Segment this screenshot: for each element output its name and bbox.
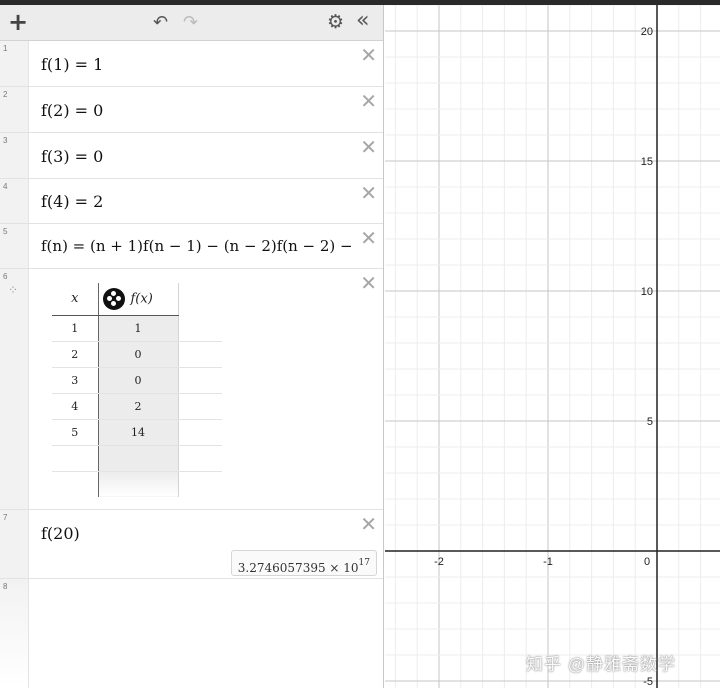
scatter-table-icon: ⁘ — [8, 283, 19, 297]
row-gutter: 3 — [0, 133, 29, 178]
row-index: 1 — [3, 44, 8, 53]
table-cell-empty — [178, 367, 222, 394]
row-gutter: 8 — [0, 579, 29, 688]
redo-icon[interactable]: ↷ — [183, 14, 198, 32]
table-empty-row — [52, 471, 222, 497]
table-cell[interactable]: 2 — [98, 393, 179, 420]
expression-input[interactable]: f(4) = 2 — [41, 192, 103, 211]
table-header-x[interactable]: x — [52, 283, 99, 316]
y-tick-label: 20 — [641, 26, 653, 38]
table-cell[interactable]: 14 — [98, 419, 179, 446]
table-cell[interactable] — [98, 471, 179, 497]
delete-icon[interactable]: ✕ — [360, 273, 377, 293]
row-gutter: 7 — [0, 510, 29, 578]
table-cell-empty — [178, 393, 222, 420]
table-cell[interactable]: 2 — [52, 341, 99, 368]
row-index: 2 — [3, 90, 8, 99]
delete-icon[interactable]: ✕ — [360, 228, 377, 248]
result-mantissa: 3.2746057395 × 10 — [237, 561, 359, 575]
table-header-fx[interactable]: f(x) — [98, 283, 179, 316]
x-tick-label: -1 — [543, 556, 553, 568]
result-exponent: 17 — [358, 558, 370, 568]
expression-row[interactable]: 4 f(4) = 2 ✕ — [0, 179, 383, 224]
table-cell[interactable] — [52, 471, 99, 497]
y-tick-label: 15 — [641, 156, 653, 168]
delete-icon[interactable]: ✕ — [360, 137, 377, 157]
add-item-plus-icon[interactable]: + — [8, 10, 28, 34]
table-data-row: 1 1 — [52, 315, 222, 342]
expression-toolbar: + ↶ ↷ ⚙ « — [0, 5, 383, 41]
row-index: 5 — [3, 227, 8, 236]
table-data-row: 2 0 — [52, 341, 222, 368]
row-index: 6 — [3, 272, 8, 281]
graph-canvas[interactable]: -2 -1 0 20 15 10 5 -5 — [385, 5, 720, 688]
table-cell[interactable]: 4 — [52, 393, 99, 420]
table-cell-empty — [178, 471, 222, 497]
row-gutter: 5 — [0, 224, 29, 268]
expression-input[interactable]: f(3) = 0 — [41, 147, 103, 166]
row-index: 7 — [3, 513, 8, 522]
table-data-row: 3 0 — [52, 367, 222, 394]
row-index: 8 — [3, 582, 8, 591]
delete-icon[interactable]: ✕ — [360, 45, 377, 65]
expression-row[interactable]: 2 f(2) = 0 ✕ — [0, 87, 383, 133]
row-gutter: 2 — [0, 87, 29, 132]
gear-icon[interactable]: ⚙ — [327, 13, 344, 32]
expression-row[interactable]: 1 f(1) = 1 ✕ — [0, 41, 383, 87]
expression-panel: + ↶ ↷ ⚙ « 1 f(1) = 1 ✕ 2 f(2) = 0 ✕ 3 f(… — [0, 5, 384, 688]
table-cell[interactable]: 0 — [98, 341, 179, 368]
x-tick-label: 0 — [644, 556, 650, 568]
table-cell-empty — [178, 445, 222, 472]
table-cell[interactable]: 0 — [98, 367, 179, 394]
expression-input[interactable]: f(20) — [41, 524, 80, 543]
table-header-fx-label: f(x) — [130, 291, 153, 307]
row-gutter: 6 ⁘ — [0, 269, 29, 509]
expression-input[interactable]: f(n) = (n + 1)f(n − 1) − (n − 2)f(n − 2)… — [41, 237, 353, 255]
expression-row[interactable]: 7 f(20) = 3.2746057395 × 1017 ✕ — [0, 510, 383, 579]
table-cell[interactable] — [98, 445, 179, 472]
collapse-panel-icon[interactable]: « — [356, 10, 370, 32]
table-cell[interactable]: 5 — [52, 419, 99, 446]
y-tick-label: -5 — [643, 676, 653, 688]
watermark-text: 知乎 @静雅斋数学 — [526, 655, 676, 674]
expression-row-empty[interactable]: 8 — [0, 579, 383, 688]
point-style-icon[interactable] — [102, 287, 125, 310]
evaluation-result: 3.2746057395 × 1017 — [230, 550, 377, 576]
y-tick-label: 5 — [647, 416, 653, 428]
expression-input[interactable]: f(1) = 1 — [41, 55, 103, 74]
data-table[interactable]: x f(x) 1 1 2 0 3 0 4 2 5 14 — [52, 283, 222, 497]
table-data-row: 4 2 — [52, 393, 222, 420]
table-cell[interactable]: 1 — [52, 315, 99, 342]
row-index: 4 — [3, 182, 8, 191]
table-empty-row — [52, 445, 222, 472]
row-index: 3 — [3, 136, 8, 145]
row-gutter: 1 — [0, 41, 29, 86]
expression-row[interactable]: 5 f(n) = (n + 1)f(n − 1) − (n − 2)f(n − … — [0, 224, 383, 269]
row-gutter: 4 — [0, 179, 29, 223]
expression-row[interactable]: 3 f(3) = 0 ✕ — [0, 133, 383, 179]
table-cell[interactable]: 1 — [98, 315, 179, 342]
delete-icon[interactable]: ✕ — [360, 91, 377, 111]
table-header-empty — [178, 283, 222, 315]
y-tick-label: 10 — [641, 286, 653, 298]
expression-input[interactable]: f(2) = 0 — [41, 101, 103, 120]
table-data-row: 5 14 — [52, 419, 222, 446]
delete-icon[interactable]: ✕ — [360, 514, 377, 534]
delete-icon[interactable]: ✕ — [360, 183, 377, 203]
table-cell-empty — [178, 419, 222, 446]
table-cell[interactable]: 3 — [52, 367, 99, 394]
table-cell-empty — [178, 341, 222, 368]
x-tick-label: -2 — [434, 556, 444, 568]
table-cell[interactable] — [52, 445, 99, 472]
table-cell-empty — [178, 315, 222, 342]
table-row[interactable]: 6 ⁘ x f(x) 1 1 2 0 3 0 4 2 5 14 ✕ — [0, 269, 383, 510]
undo-icon[interactable]: ↶ — [153, 14, 168, 32]
